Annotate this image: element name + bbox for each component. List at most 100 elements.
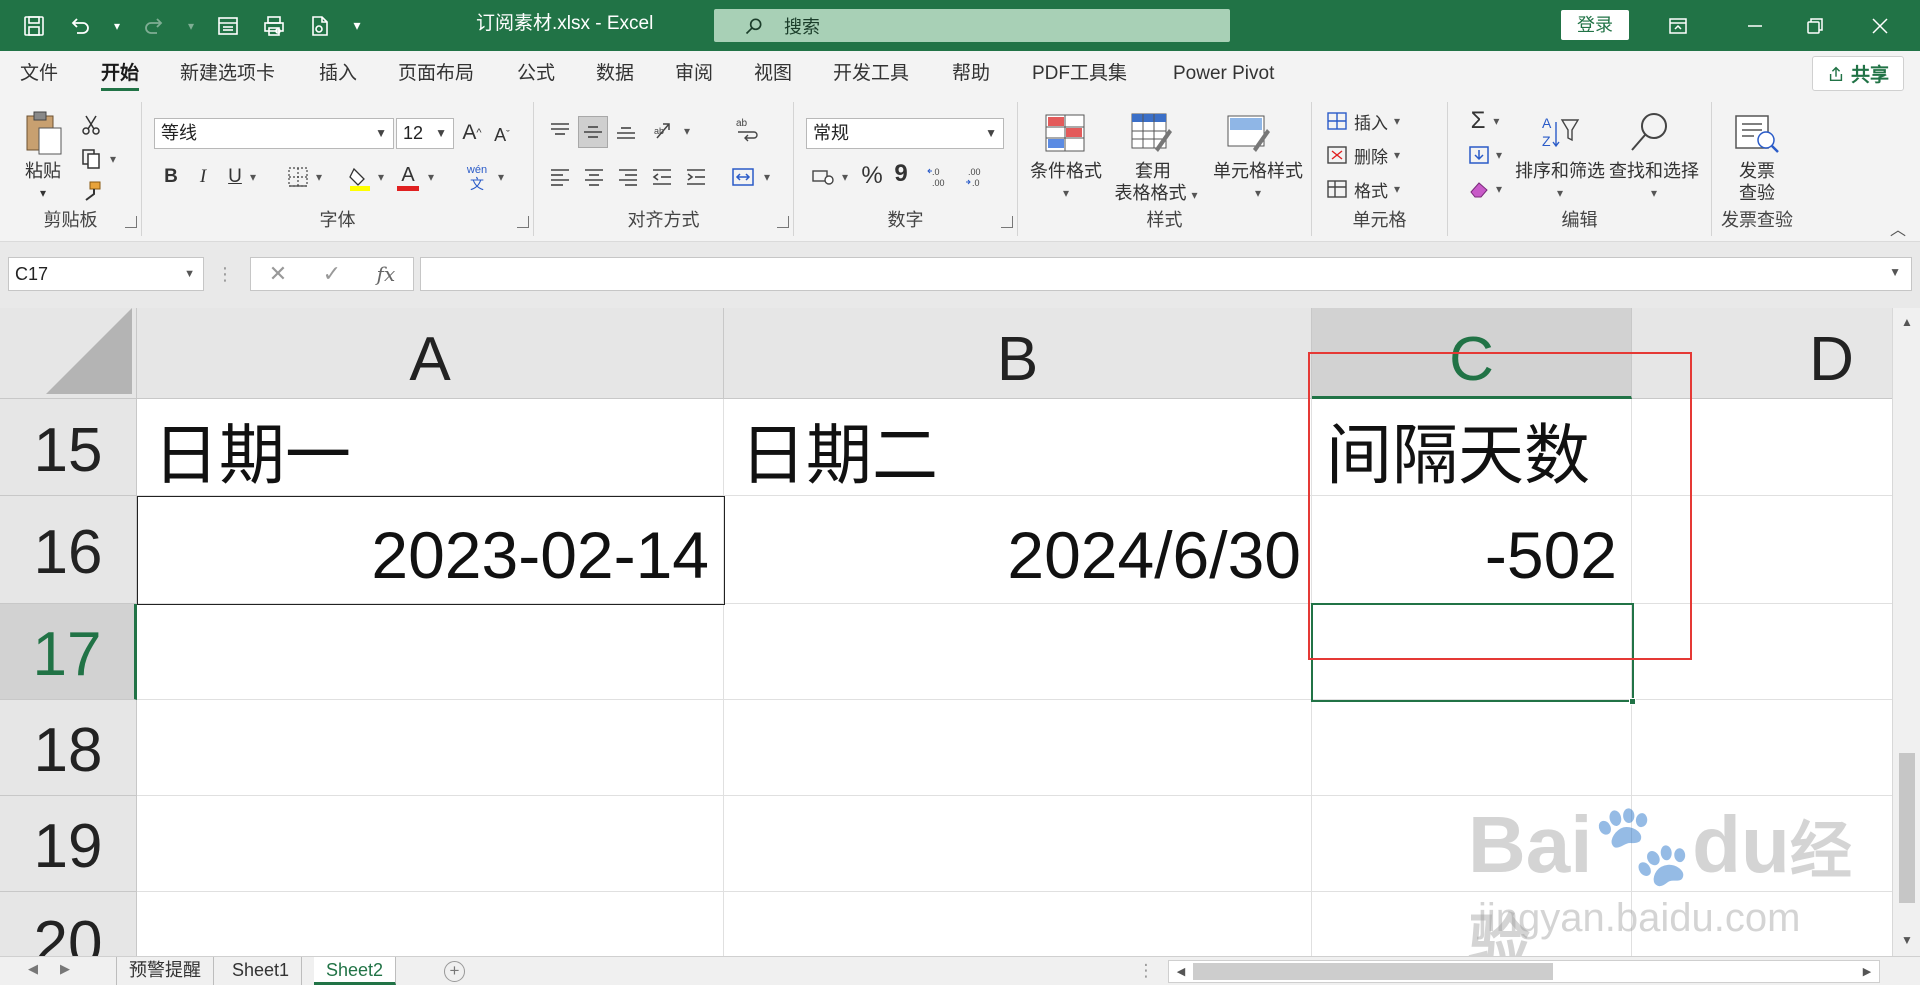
invoice-check-label-2[interactable]: 查验 (1722, 182, 1792, 204)
sort-filter-label[interactable]: 排序和筛选 (1510, 160, 1610, 182)
insert-cells-button[interactable]: 插入 ▾ (1326, 106, 1436, 136)
cell-c18[interactable] (1312, 700, 1632, 796)
phonetic-icon[interactable]: wén 文 (462, 160, 492, 194)
next-sheet-icon[interactable]: ▶ (60, 961, 70, 977)
format-as-table-label-1[interactable]: 套用 (1118, 160, 1188, 182)
comma-style-button[interactable]: 9 (890, 158, 912, 190)
tab-file[interactable]: 文件 (20, 51, 58, 96)
cell-d18[interactable] (1632, 700, 1892, 796)
cell-a19[interactable] (137, 796, 724, 892)
cut-icon[interactable] (78, 112, 104, 138)
new-sheet-button[interactable]: + (444, 961, 465, 982)
column-header-b[interactable]: B (724, 308, 1312, 399)
sort-filter-icon[interactable]: AZ (1530, 110, 1586, 156)
cell-b18[interactable] (724, 700, 1312, 796)
font-name-combo[interactable]: 等线 ▼ (154, 118, 394, 149)
italic-button[interactable]: I (190, 162, 216, 192)
tab-view[interactable]: 视图 (754, 51, 792, 96)
number-format-combo[interactable]: 常规 ▼ (806, 118, 1004, 149)
share-button[interactable]: 共享 (1812, 56, 1904, 91)
font-color-dropdown-icon[interactable]: ▾ (424, 168, 438, 186)
fill-handle[interactable] (1629, 698, 1636, 705)
customize-qat-icon[interactable]: ▾ (346, 6, 368, 46)
align-middle-icon[interactable] (578, 116, 608, 148)
vertical-scrollbar[interactable]: ▲ ▼ (1892, 308, 1920, 956)
sheet-tab-sheet2[interactable]: Sheet2 (314, 957, 397, 985)
align-center-icon[interactable] (580, 162, 608, 192)
copy-dropdown-icon[interactable]: ▾ (106, 152, 120, 166)
tab-new[interactable]: 新建选项卡 (180, 51, 275, 96)
tab-insert[interactable]: 插入 (319, 51, 357, 96)
row-header-17[interactable]: 17 (0, 604, 137, 700)
close-icon[interactable] (1850, 0, 1910, 51)
align-top-icon[interactable] (546, 116, 574, 146)
scroll-left-icon[interactable]: ◀ (1171, 962, 1191, 982)
sheet-tab-sheet1[interactable]: Sheet1 (220, 957, 303, 985)
fill-color-dropdown-icon[interactable]: ▾ (374, 168, 388, 186)
cell-d17[interactable] (1632, 604, 1892, 700)
form-icon[interactable] (208, 6, 248, 46)
minimize-icon[interactable] (1725, 0, 1785, 51)
align-right-icon[interactable] (614, 162, 642, 192)
accounting-format-icon[interactable] (808, 162, 838, 192)
increase-decimal-icon[interactable]: .0.00 (924, 162, 956, 192)
cell-d15[interactable] (1632, 399, 1892, 496)
row-header-20[interactable]: 20 (0, 892, 137, 956)
tab-review[interactable]: 审阅 (675, 51, 713, 96)
scroll-up-icon[interactable]: ▲ (1897, 312, 1917, 332)
scroll-right-icon[interactable]: ▶ (1857, 962, 1877, 982)
borders-dropdown-icon[interactable]: ▾ (312, 168, 326, 186)
sort-filter-dropdown-icon[interactable]: ▾ (1510, 182, 1610, 204)
scroll-down-icon[interactable]: ▼ (1897, 930, 1917, 950)
cell-styles-dropdown-icon[interactable]: ▾ (1208, 182, 1308, 204)
cell-c17[interactable] (1312, 604, 1632, 700)
paste-icon[interactable] (18, 108, 68, 160)
row-header-15[interactable]: 15 (0, 399, 137, 496)
tab-power-pivot[interactable]: Power Pivot (1173, 51, 1274, 96)
percent-style-button[interactable]: % (858, 160, 886, 192)
cancel-icon[interactable]: ✕ (269, 261, 287, 287)
copy-icon[interactable] (78, 146, 104, 172)
cell-d16[interactable] (1632, 496, 1892, 604)
alignment-launcher-icon[interactable] (777, 216, 789, 228)
find-select-dropdown-icon[interactable]: ▾ (1604, 182, 1704, 204)
undo-icon[interactable] (60, 6, 100, 46)
cell-a15[interactable]: 日期一 (137, 399, 724, 496)
horizontal-scrollbar[interactable]: ◀ ▶ (1168, 960, 1880, 983)
tab-split-grip-icon[interactable]: ⋮ (1138, 961, 1155, 981)
font-size-combo[interactable]: 12 ▼ (396, 118, 454, 149)
cell-c16[interactable]: -502 (1312, 496, 1632, 604)
tab-formulas[interactable]: 公式 (517, 51, 555, 96)
shrink-font-icon[interactable]: Aˇ (488, 120, 516, 150)
underline-button[interactable]: U (222, 162, 248, 192)
tab-home[interactable]: 开始 (101, 51, 140, 96)
align-left-icon[interactable] (546, 162, 574, 192)
clipboard-launcher-icon[interactable] (125, 216, 137, 228)
phonetic-dropdown-icon[interactable]: ▾ (494, 168, 508, 186)
conditional-format-icon[interactable] (1040, 110, 1090, 156)
row-header-18[interactable]: 18 (0, 700, 137, 796)
enter-icon[interactable]: ✓ (323, 261, 341, 287)
search-box[interactable]: 搜索 (714, 9, 1230, 42)
grow-font-icon[interactable]: A ^ (458, 118, 486, 148)
print-preview-icon[interactable] (254, 6, 294, 46)
cell-b19[interactable] (724, 796, 1312, 892)
cell-a18[interactable] (137, 700, 724, 796)
cell-b15[interactable]: 日期二 (724, 399, 1312, 496)
tab-help[interactable]: 帮助 (952, 51, 990, 96)
cell-b20[interactable] (724, 892, 1312, 956)
conditional-format-dropdown-icon[interactable]: ▾ (1024, 182, 1108, 204)
cell-d19[interactable] (1632, 796, 1892, 892)
format-painter-icon[interactable] (78, 178, 104, 204)
clear-button[interactable]: ▾ (1460, 174, 1510, 204)
ribbon-display-icon[interactable] (1648, 0, 1708, 51)
cell-a20[interactable] (137, 892, 724, 956)
cell-b16[interactable]: 2024/6/30 (724, 496, 1312, 604)
formula-bar-grip-icon[interactable]: ⋮ (216, 260, 234, 288)
formula-input[interactable]: ▼ (420, 257, 1912, 291)
font-color-icon[interactable]: A (394, 160, 422, 194)
cell-c15[interactable]: 间隔天数 (1312, 399, 1632, 496)
decrease-indent-icon[interactable] (648, 162, 676, 192)
format-as-table-label-2[interactable]: 表格格式 ▾ (1106, 182, 1206, 206)
name-box[interactable]: C17 ▼ (8, 257, 204, 291)
